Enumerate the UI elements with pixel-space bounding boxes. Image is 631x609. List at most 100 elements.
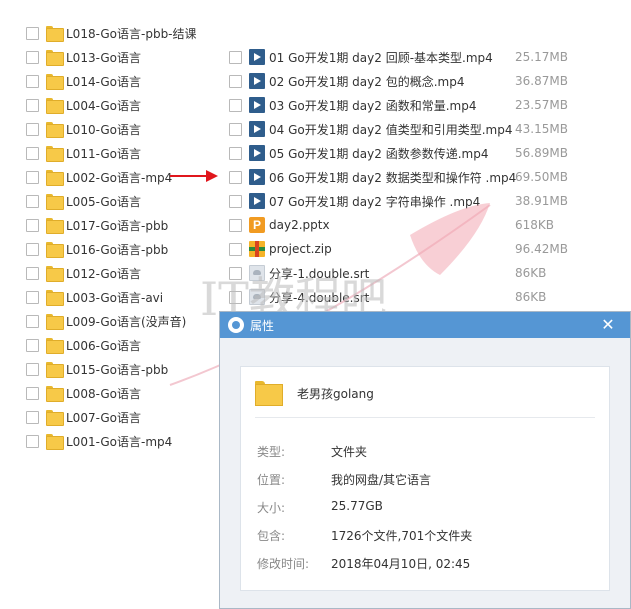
folder-icon [46, 49, 64, 66]
folder-name[interactable]: L017-Go语言-pbb [66, 217, 168, 234]
checkbox[interactable] [26, 410, 39, 424]
checkbox[interactable] [229, 122, 242, 136]
checkbox[interactable] [229, 50, 242, 64]
file-name[interactable]: 04 Go开发1期 day2 值类型和引用类型.mp4 [269, 121, 512, 138]
dialog-title-bar[interactable]: 属性 ✕ [220, 312, 630, 338]
checkbox[interactable] [26, 242, 39, 256]
file-name[interactable]: day2.pptx [269, 218, 330, 232]
folder-name[interactable]: L006-Go语言 [66, 337, 141, 354]
file-row[interactable]: 03 Go开发1期 day2 函数和常量.mp4 23.57MB [229, 93, 609, 117]
folder-name[interactable]: L003-Go语言-avi [66, 289, 163, 306]
folder-row[interactable]: L013-Go语言 [26, 45, 141, 69]
file-name[interactable]: 分享-1.double.srt [269, 265, 369, 282]
folder-name[interactable]: L014-Go语言 [66, 73, 141, 90]
video-icon [249, 169, 265, 185]
file-name[interactable]: 分享-4.double.srt [269, 289, 369, 306]
checkbox[interactable] [26, 314, 39, 328]
folder-name[interactable]: L015-Go语言-pbb [66, 361, 168, 378]
property-label: 修改时间: [257, 557, 310, 571]
folder-name[interactable]: L008-Go语言 [66, 385, 141, 402]
file-row[interactable]: project.zip 96.42MB [229, 237, 609, 261]
folder-name[interactable]: L009-Go语言(没声音) [66, 313, 186, 330]
checkbox[interactable] [26, 50, 39, 64]
folder-row[interactable]: L005-Go语言 [26, 189, 141, 213]
file-row[interactable]: Pday2.pptx 618KB [229, 213, 609, 237]
file-size: 25.17MB [515, 50, 568, 64]
folder-name[interactable]: L002-Go语言-mp4 [66, 169, 172, 186]
folder-name[interactable]: L013-Go语言 [66, 49, 141, 66]
file-size: 23.57MB [515, 98, 568, 112]
file-row[interactable]: 06 Go开发1期 day2 数据类型和操作符 .mp4 69.50MB [229, 165, 609, 189]
checkbox[interactable] [229, 266, 242, 280]
checkbox[interactable] [229, 146, 242, 160]
folder-row[interactable]: L010-Go语言 [26, 117, 141, 141]
checkbox[interactable] [26, 98, 39, 112]
folder-row[interactable]: L002-Go语言-mp4 [26, 165, 172, 189]
folder-name[interactable]: L010-Go语言 [66, 121, 141, 138]
folder-row[interactable]: L003-Go语言-avi [26, 285, 163, 309]
folder-icon [46, 145, 64, 162]
checkbox[interactable] [26, 386, 39, 400]
checkbox[interactable] [26, 434, 39, 448]
file-name[interactable]: 06 Go开发1期 day2 数据类型和操作符 .mp4 [269, 169, 516, 186]
checkbox[interactable] [229, 74, 242, 88]
property-row: 修改时间: 2018年04月10日, 02:45 [257, 555, 470, 571]
folder-row[interactable]: L017-Go语言-pbb [26, 213, 168, 237]
folder-icon [46, 409, 64, 426]
file-name[interactable]: project.zip [269, 242, 332, 256]
folder-row[interactable]: L011-Go语言 [26, 141, 141, 165]
checkbox[interactable] [26, 194, 39, 208]
folder-name[interactable]: L018-Go语言-pbb-结课 [66, 25, 197, 42]
checkbox[interactable] [26, 122, 39, 136]
file-name[interactable]: 03 Go开发1期 day2 函数和常量.mp4 [269, 97, 476, 114]
checkbox[interactable] [229, 194, 242, 208]
close-icon[interactable]: ✕ [600, 317, 616, 333]
file-row[interactable]: 04 Go开发1期 day2 值类型和引用类型.mp4 43.15MB [229, 117, 609, 141]
folder-row[interactable]: L008-Go语言 [26, 381, 141, 405]
checkbox[interactable] [229, 242, 242, 256]
file-row[interactable]: 分享-4.double.srt 86KB [229, 285, 609, 309]
folder-icon [46, 121, 64, 138]
checkbox[interactable] [26, 362, 39, 376]
checkbox[interactable] [229, 218, 242, 232]
folder-name[interactable]: L007-Go语言 [66, 409, 141, 426]
file-name[interactable]: 07 Go开发1期 day2 字符串操作 .mp4 [269, 193, 480, 210]
file-row[interactable]: 07 Go开发1期 day2 字符串操作 .mp4 38.91MB [229, 189, 609, 213]
folder-row[interactable]: L012-Go语言 [26, 261, 141, 285]
file-row[interactable]: 分享-1.double.srt 86KB [229, 261, 609, 285]
checkbox[interactable] [26, 338, 39, 352]
folder-row[interactable]: L004-Go语言 [26, 93, 141, 117]
folder-row[interactable]: L018-Go语言-pbb-结课 [26, 21, 197, 45]
folder-row[interactable]: L015-Go语言-pbb [26, 357, 168, 381]
folder-name[interactable]: L012-Go语言 [66, 265, 141, 282]
checkbox[interactable] [26, 266, 39, 280]
checkbox[interactable] [26, 26, 39, 40]
checkbox[interactable] [26, 218, 39, 232]
folder-name[interactable]: L005-Go语言 [66, 193, 141, 210]
checkbox[interactable] [26, 170, 39, 184]
folder-row[interactable]: L016-Go语言-pbb [26, 237, 168, 261]
checkbox[interactable] [26, 290, 39, 304]
folder-name[interactable]: L001-Go语言-mp4 [66, 433, 172, 450]
checkbox[interactable] [229, 170, 242, 184]
property-row: 位置: 我的网盘/其它语言 [257, 471, 431, 487]
checkbox[interactable] [26, 146, 39, 160]
folder-row[interactable]: L009-Go语言(没声音) [26, 309, 186, 333]
checkbox[interactable] [229, 290, 242, 304]
file-row[interactable]: 01 Go开发1期 day2 回顾-基本类型.mp4 25.17MB [229, 45, 609, 69]
file-name[interactable]: 02 Go开发1期 day2 包的概念.mp4 [269, 73, 464, 90]
folder-row[interactable]: L006-Go语言 [26, 333, 141, 357]
property-value: 1726个文件,701个文件夹 [331, 529, 473, 543]
folder-row[interactable]: L007-Go语言 [26, 405, 141, 429]
folder-row[interactable]: L014-Go语言 [26, 69, 141, 93]
file-row[interactable]: 05 Go开发1期 day2 函数参数传递.mp4 56.89MB [229, 141, 609, 165]
checkbox[interactable] [229, 98, 242, 112]
folder-name[interactable]: L011-Go语言 [66, 145, 141, 162]
file-name[interactable]: 05 Go开发1期 day2 函数参数传递.mp4 [269, 145, 488, 162]
checkbox[interactable] [26, 74, 39, 88]
file-name[interactable]: 01 Go开发1期 day2 回顾-基本类型.mp4 [269, 49, 493, 66]
folder-name[interactable]: L004-Go语言 [66, 97, 141, 114]
folder-name[interactable]: L016-Go语言-pbb [66, 241, 168, 258]
file-row[interactable]: 02 Go开发1期 day2 包的概念.mp4 36.87MB [229, 69, 609, 93]
folder-row[interactable]: L001-Go语言-mp4 [26, 429, 172, 453]
